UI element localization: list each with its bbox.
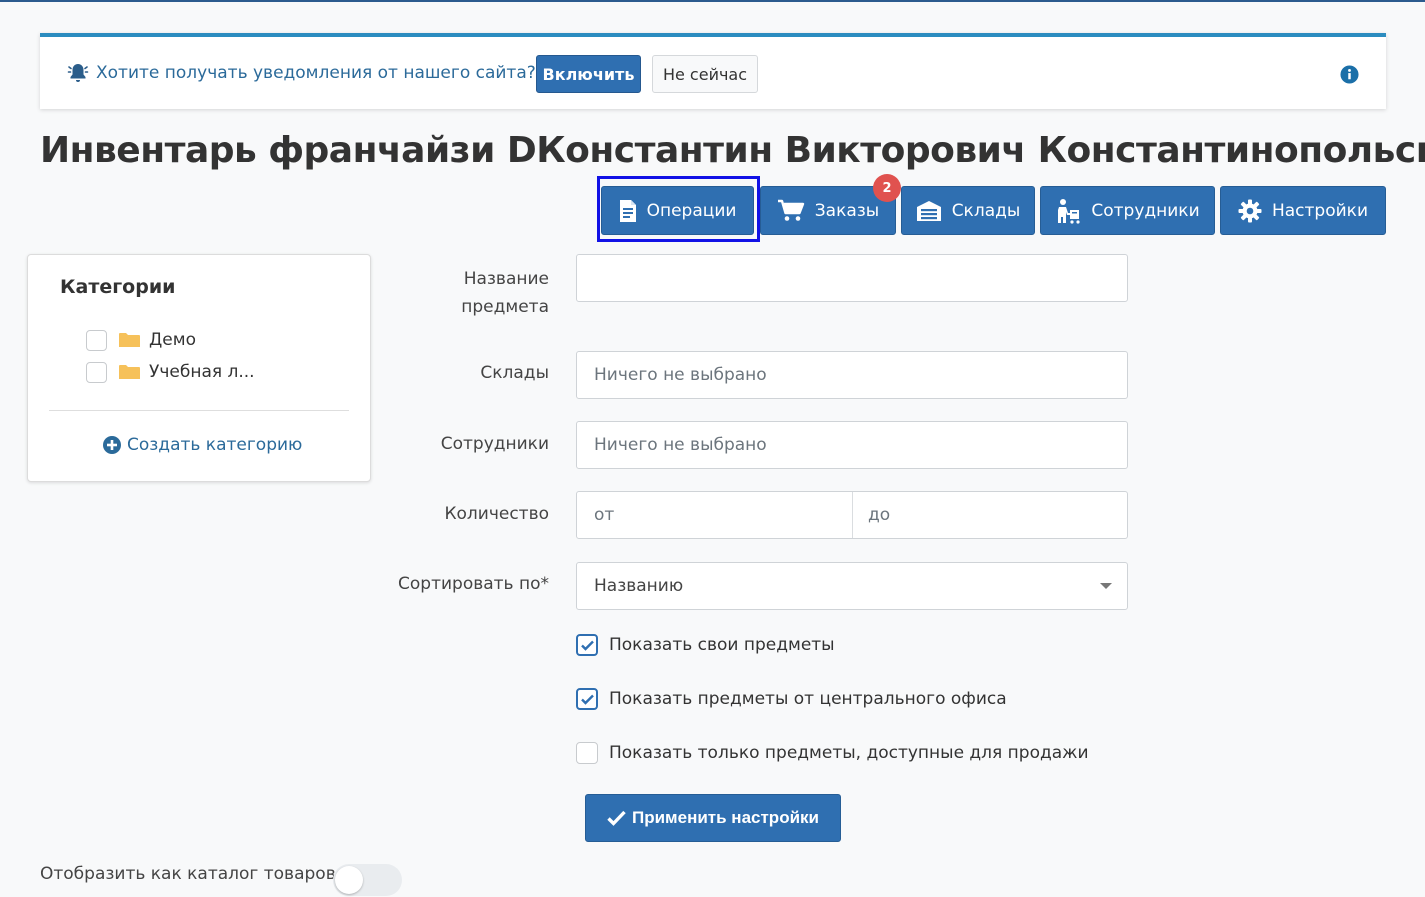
top-accent-line (0, 0, 1425, 2)
checkmark-icon (580, 640, 594, 651)
warehouses-button[interactable]: Склады (901, 186, 1035, 235)
chevron-down-icon (1100, 583, 1112, 589)
employees-placeholder: Ничего не выбрано (594, 435, 767, 455)
item-name-label: Название предмета (461, 269, 549, 317)
warehouses-filter-label: Склады (480, 363, 549, 383)
employees-label: Сотрудники (1091, 200, 1200, 221)
employees-select[interactable]: Ничего не выбрано (576, 421, 1128, 469)
category-checkbox[interactable] (86, 329, 107, 351)
folder-icon (119, 333, 140, 347)
category-item: Учебная л... (86, 360, 255, 384)
show-for-sale-checkbox[interactable] (576, 742, 598, 764)
cart-icon (777, 199, 804, 221)
bell-icon (67, 64, 89, 82)
notification-bar: Хотите получать уведомления от нашего са… (40, 33, 1386, 109)
apply-settings-button[interactable]: Применить настройки (585, 794, 841, 842)
folder-icon (119, 365, 140, 379)
quantity-label: Количество (444, 504, 549, 524)
plus-circle-icon (103, 436, 121, 454)
not-now-button[interactable]: Не сейчас (652, 55, 758, 93)
employees-filter-label: Сотрудники (440, 434, 549, 454)
categories-title: Категории (60, 276, 176, 298)
create-category-link[interactable]: Создать категорию (103, 435, 302, 455)
show-own-items-option[interactable]: Показать свои предметы (576, 633, 835, 657)
show-own-items-label: Показать свои предметы (609, 635, 835, 655)
sort-select[interactable]: Названию (576, 562, 1128, 610)
category-label[interactable]: Учебная л... (149, 362, 255, 382)
apply-settings-label: Применить настройки (632, 808, 819, 827)
category-label[interactable]: Демо (149, 330, 196, 350)
warehouse-icon (916, 200, 941, 221)
info-icon[interactable] (1340, 65, 1359, 84)
show-hq-items-checkbox[interactable] (576, 688, 598, 710)
orders-label: Заказы (814, 200, 880, 221)
show-for-sale-label: Показать только предметы, доступные для … (609, 743, 1089, 763)
settings-button[interactable]: Настройки (1220, 186, 1386, 235)
categories-panel: Категории Демо Учебная л... Создать кате… (27, 254, 371, 482)
enable-notifications-button[interactable]: Включить (536, 55, 641, 93)
quantity-to-input[interactable]: до (868, 492, 890, 538)
create-category-label: Создать категорию (127, 435, 303, 455)
show-for-sale-option[interactable]: Показать только предметы, доступные для … (576, 741, 1089, 765)
warehouses-placeholder: Ничего не выбрано (594, 365, 767, 385)
show-hq-items-option[interactable]: Показать предметы от центрального офиса (576, 687, 1007, 711)
sort-label: Сортировать по* (398, 574, 549, 594)
divider (49, 410, 349, 411)
warehouses-select[interactable]: Ничего не выбрано (576, 351, 1128, 399)
page-title: Инвентарь франчайзи DКонстантин Викторов… (40, 130, 1425, 171)
range-divider (852, 492, 853, 538)
item-name-input[interactable] (576, 254, 1128, 302)
check-icon (607, 810, 626, 826)
category-item: Демо (86, 328, 196, 352)
sort-value: Названию (594, 576, 684, 596)
settings-label: Настройки (1271, 200, 1368, 221)
catalog-view-row: Отобразить как каталог товаров (40, 864, 336, 884)
show-hq-items-label: Показать предметы от центрального офиса (609, 689, 1007, 709)
quantity-range: от до (576, 491, 1128, 539)
category-checkbox[interactable] (86, 361, 107, 383)
catalog-view-label: Отобразить как каталог товаров (40, 864, 336, 884)
focus-outline (597, 176, 760, 242)
gear-icon (1238, 199, 1262, 222)
notification-message: Хотите получать уведомления от нашего са… (96, 63, 536, 83)
quantity-from-input[interactable]: от (594, 505, 614, 525)
catalog-view-toggle[interactable] (333, 864, 402, 896)
checkmark-icon (580, 694, 594, 705)
orders-count-badge: 2 (873, 174, 901, 202)
toggle-knob (335, 866, 363, 894)
employees-button[interactable]: Сотрудники (1040, 186, 1215, 235)
show-own-items-checkbox[interactable] (576, 634, 598, 656)
worker-icon (1058, 198, 1080, 224)
warehouses-label: Склады (951, 200, 1021, 221)
